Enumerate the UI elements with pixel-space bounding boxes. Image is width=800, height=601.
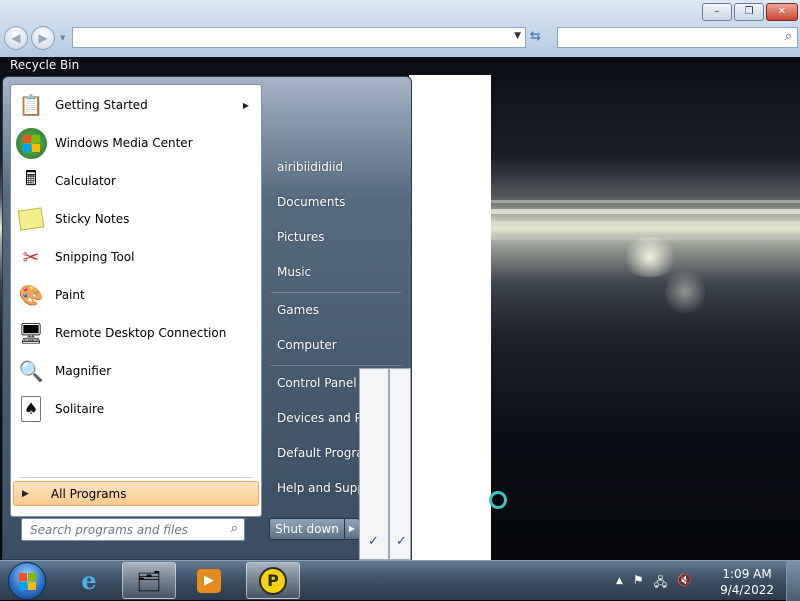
show-desktop-button[interactable] — [786, 561, 800, 601]
volume-muted-icon[interactable]: 🔇 — [677, 573, 692, 594]
start-menu: 📋 Getting Started ▶ Windows Media Center… — [2, 76, 412, 560]
address-dropdown-icon[interactable]: ▼ — [514, 31, 521, 41]
programs-divider — [19, 477, 253, 478]
start-item-documents[interactable]: Documents — [277, 195, 345, 209]
taskbar-media-player[interactable]: ▶ — [182, 562, 236, 599]
program-solitaire[interactable]: ♠ Solitaire — [13, 391, 259, 427]
close-button[interactable]: ✕ — [766, 3, 798, 21]
program-label: Magnifier — [55, 364, 112, 378]
history-dropdown-icon[interactable]: ▼ — [60, 34, 65, 42]
clock-date: 9/4/2022 — [720, 583, 774, 597]
app-p-icon: P — [259, 566, 287, 595]
busy-cursor-icon — [489, 491, 507, 509]
program-label: Getting Started — [55, 98, 148, 112]
search-icon[interactable]: ⌕ — [231, 521, 238, 536]
popup-panel: ✓ — [359, 368, 389, 560]
system-tray: ▲ ⚑ 🖧 🔇 — [616, 573, 692, 594]
refresh-icon[interactable]: ⇆ — [530, 29, 541, 44]
checkmark-icon[interactable]: ✓ — [396, 534, 407, 549]
web-search-input[interactable]: ⌕ — [557, 27, 798, 48]
all-programs-label: All Programs — [50, 486, 127, 501]
start-search-input[interactable]: Search programs and files ⌕ — [21, 518, 245, 541]
program-snipping-tool[interactable]: ✂ Snipping Tool — [13, 239, 259, 275]
windows-logo-icon — [18, 572, 36, 590]
forward-arrow-icon: ▶ — [38, 31, 48, 45]
program-magnifier[interactable]: 🔍 Magnifier — [13, 353, 259, 389]
right-pane-divider — [271, 292, 401, 293]
magnifier-icon: 🔍 — [18, 359, 44, 383]
internet-explorer-icon: e — [81, 566, 97, 595]
expand-arrow-icon: ▶ — [22, 488, 29, 499]
network-icon[interactable]: 🖧 — [654, 573, 667, 594]
search-placeholder: Search programs and files — [30, 523, 188, 537]
program-getting-started[interactable]: 📋 Getting Started ▶ — [13, 87, 259, 123]
programs-pane: 📋 Getting Started ▶ Windows Media Center… — [10, 84, 262, 517]
checkmark-icon[interactable]: ✓ — [368, 534, 379, 549]
paint-palette-icon: 🎨 — [18, 283, 44, 307]
taskbar-windows-explorer[interactable]: 🗂 — [122, 562, 176, 599]
start-item-games[interactable]: Games — [277, 303, 319, 317]
start-item-music[interactable]: Music — [277, 265, 311, 279]
all-programs-button[interactable]: ▶ All Programs — [13, 481, 259, 506]
minimize-icon: – — [714, 6, 720, 17]
forward-button[interactable]: ▶ — [31, 26, 55, 50]
start-item-pictures[interactable]: Pictures — [277, 230, 325, 244]
wallpaper-glow — [620, 237, 680, 277]
program-label: Remote Desktop Connection — [55, 326, 227, 340]
solitaire-icon: ♠ — [15, 393, 47, 425]
background-window — [409, 75, 491, 560]
taskbar-app-p[interactable]: P — [246, 562, 300, 599]
clock[interactable]: 1:09 AM 9/4/2022 — [720, 566, 774, 598]
maximize-button[interactable]: ❐ — [734, 3, 764, 21]
start-item-computer[interactable]: Computer — [277, 338, 337, 352]
address-bar[interactable]: ▼ — [72, 27, 526, 48]
remote-desktop-icon: 🖥 — [18, 321, 44, 345]
scissors-icon: ✂ — [22, 245, 40, 269]
program-label: Calculator — [55, 174, 116, 188]
start-item-user[interactable]: airibiididiid — [277, 160, 343, 174]
browser-toolbar: – ❐ ✕ ◀ ▶ ▼ ▼ ⇆ ⌕ — [0, 0, 800, 57]
wallpaper-streak — [490, 200, 800, 203]
program-label: Snipping Tool — [55, 250, 135, 264]
popup-panel: ✓ — [389, 368, 411, 560]
start-button[interactable] — [8, 562, 46, 600]
program-remote-desktop[interactable]: 🖥 Remote Desktop Connection — [13, 315, 259, 351]
program-label: Windows Media Center — [55, 136, 193, 150]
taskbar-internet-explorer[interactable]: e — [62, 562, 116, 599]
program-label: Sticky Notes — [55, 212, 130, 226]
maximize-icon: ❐ — [744, 6, 754, 17]
action-center-flag-icon[interactable]: ⚑ — [633, 573, 644, 594]
media-center-icon — [15, 127, 47, 159]
program-paint[interactable]: 🎨 Paint — [13, 277, 259, 313]
show-hidden-icons-button[interactable]: ▲ — [616, 573, 623, 594]
wallpaper-glow — [665, 267, 705, 317]
minimize-button[interactable]: – — [702, 3, 732, 21]
close-icon: ✕ — [777, 6, 787, 17]
shut-down-button[interactable]: Shut down — [269, 518, 345, 540]
program-calculator[interactable]: 🖩 Calculator — [13, 163, 259, 199]
right-pane-divider — [271, 365, 401, 366]
start-item-control-panel[interactable]: Control Panel — [277, 376, 357, 390]
search-icon[interactable]: ⌕ — [785, 29, 792, 44]
wallpaper-streak — [490, 221, 800, 224]
calculator-icon: 🖩 — [25, 166, 37, 190]
shut-down-options-button[interactable]: ▶ — [344, 518, 360, 540]
program-sticky-notes[interactable]: Sticky Notes — [13, 201, 259, 237]
sticky-notes-icon — [15, 203, 47, 235]
media-player-icon: ▶ — [197, 568, 221, 593]
back-arrow-icon: ◀ — [11, 31, 21, 45]
program-windows-media-center[interactable]: Windows Media Center — [13, 125, 259, 161]
submenu-arrow-icon: ▶ — [242, 100, 249, 110]
clock-time: 1:09 AM — [722, 567, 772, 581]
recycle-bin-label[interactable]: Recycle Bin — [10, 58, 79, 72]
taskbar: e 🗂 ▶ P ▲ ⚑ 🖧 🔇 1:09 AM 9/4/2022 — [0, 560, 800, 601]
program-label: Solitaire — [55, 402, 105, 416]
back-button[interactable]: ◀ — [4, 26, 28, 50]
windows-explorer-icon: 🗂 — [136, 568, 162, 593]
getting-started-icon: 📋 — [18, 93, 44, 117]
program-label: Paint — [55, 288, 85, 302]
wallpaper-streak — [490, 209, 800, 214]
